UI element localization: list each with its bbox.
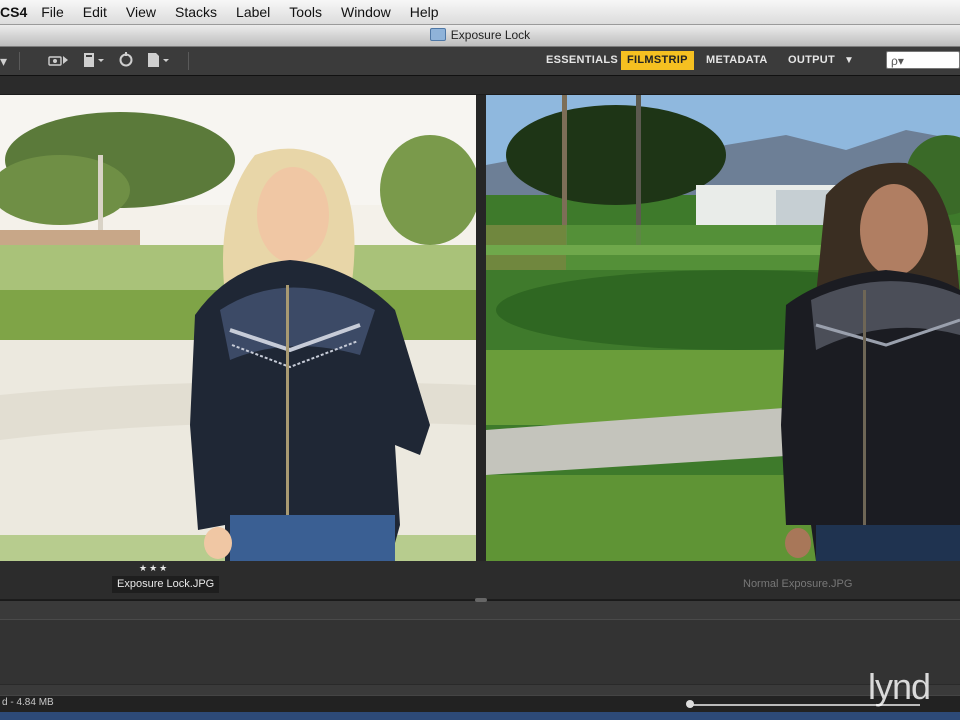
menu-tools[interactable]: Tools — [289, 4, 322, 20]
window-title: Exposure Lock — [450, 28, 531, 42]
rotate-icon[interactable] — [118, 51, 134, 71]
status-text: d - 4.84 MB — [2, 697, 54, 708]
menu-file[interactable]: File — [41, 4, 64, 20]
chevron-down-icon[interactable]: ▾ — [0, 53, 7, 70]
slider-knob[interactable] — [686, 700, 694, 708]
dock-edge — [0, 712, 960, 720]
window-title-bar: Exposure Lock — [0, 25, 960, 47]
folder-icon — [429, 28, 446, 41]
filmstrip-thumbnails[interactable] — [0, 619, 960, 685]
menu-stacks[interactable]: Stacks — [175, 4, 217, 20]
workspace-metadata[interactable]: METADATA — [700, 51, 774, 70]
panel-header — [0, 76, 960, 94]
workspace-essentials[interactable]: ESSENTIALS — [540, 51, 624, 70]
workspace-output[interactable]: OUTPUT — [782, 51, 841, 70]
menu-bar: CS4 File Edit View Stacks Label Tools Wi… — [0, 0, 960, 25]
preview-right-image[interactable] — [486, 95, 960, 561]
workspace-filmstrip[interactable]: FILMSTRIP — [621, 51, 694, 70]
preview-left-image[interactable] — [0, 95, 476, 561]
camera-import-icon[interactable] — [48, 53, 70, 70]
filmstrip-panel — [0, 598, 960, 695]
menu-help[interactable]: Help — [410, 4, 439, 20]
menu-view[interactable]: View — [126, 4, 156, 20]
panel-resize-handle[interactable] — [475, 598, 487, 602]
workspace-menu-chevron-icon[interactable]: ▼ — [838, 51, 860, 70]
paste-icon[interactable] — [82, 52, 106, 71]
rating-stars[interactable]: ★★★ — [139, 563, 169, 574]
menu-edit[interactable]: Edit — [83, 4, 107, 20]
lynda-watermark: lynd — [868, 666, 931, 707]
left-filename-label: Exposure Lock.JPG — [112, 576, 220, 593]
menu-label[interactable]: Label — [236, 4, 270, 20]
menu-window[interactable]: Window — [341, 4, 391, 20]
toolbar-separator — [19, 52, 21, 70]
toolbar-separator — [188, 52, 190, 70]
app-menu[interactable]: CS4 — [0, 4, 27, 20]
output-icon[interactable] — [146, 52, 176, 71]
right-filename-label: Normal Exposure.JPG — [743, 578, 853, 590]
search-input[interactable]: ρ▾ — [886, 51, 960, 69]
preview-divider[interactable] — [476, 95, 486, 561]
